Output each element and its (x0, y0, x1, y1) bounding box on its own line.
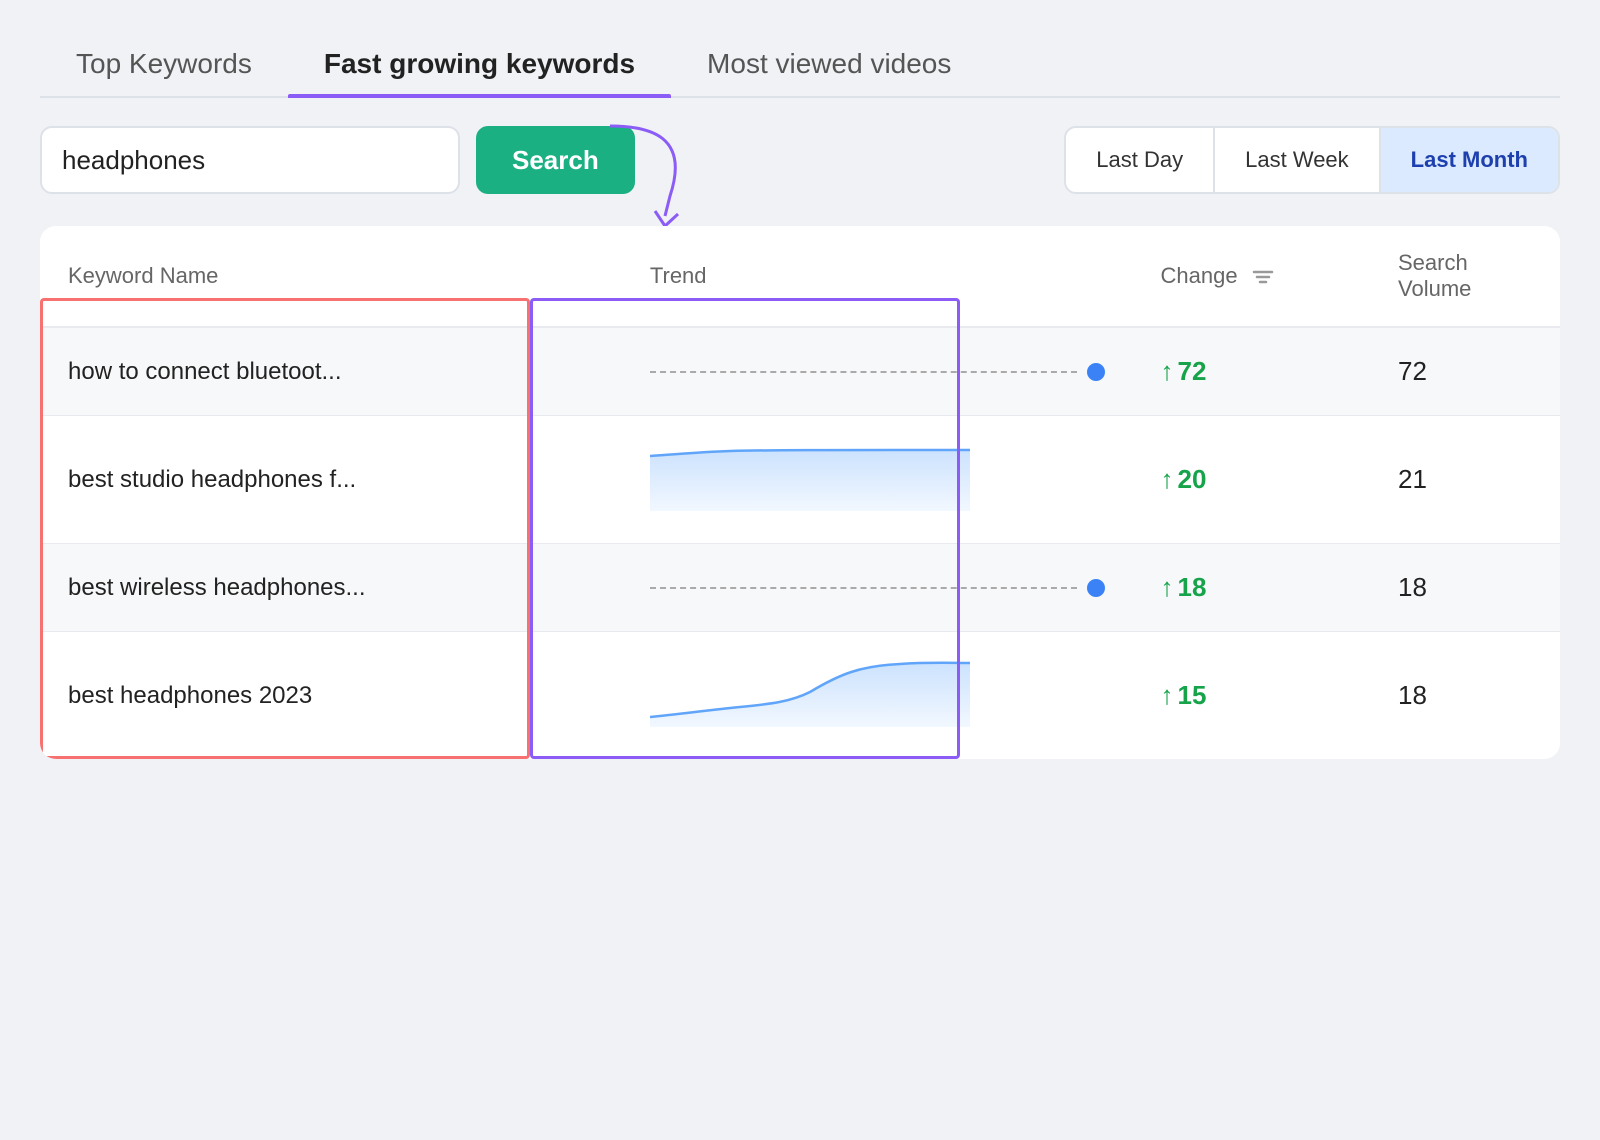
time-btn-last-week[interactable]: Last Week (1215, 128, 1381, 192)
volume-cell: 18 (1370, 632, 1560, 760)
trend-flat (650, 568, 1105, 608)
trend-cell (622, 416, 1133, 544)
table-row: best wireless headphones... ↑18 18 (40, 544, 1560, 632)
change-cell: ↑20 (1133, 416, 1371, 544)
tab-most-viewed[interactable]: Most viewed videos (671, 30, 987, 96)
change-arrow: ↑ (1161, 680, 1174, 710)
filter-icon[interactable] (1252, 268, 1274, 286)
change-cell: ↑18 (1133, 544, 1371, 632)
trend-dashes (650, 587, 1077, 589)
change-arrow: ↑ (1161, 464, 1174, 494)
trend-cell (622, 327, 1133, 416)
trend-dot (1087, 363, 1105, 381)
table-row: best studio headphones f... (40, 416, 1560, 544)
header-search-volume: SearchVolume (1370, 226, 1560, 327)
change-arrow: ↑ (1161, 572, 1174, 602)
keyword-cell: best headphones 2023 (40, 632, 622, 760)
search-row: Search Last Day Last Week Last Month (40, 126, 1560, 194)
time-filters: Last Day Last Week Last Month (1064, 126, 1560, 194)
keywords-table: Keyword Name Trend Change SearchVolume (40, 226, 1560, 759)
search-input[interactable] (40, 126, 460, 194)
header-change: Change (1133, 226, 1371, 327)
header-trend: Trend (622, 226, 1133, 327)
trend-chart-area-flat (650, 436, 980, 516)
change-arrow: ↑ (1161, 356, 1174, 386)
volume-cell: 21 (1370, 416, 1560, 544)
time-btn-last-day[interactable]: Last Day (1066, 128, 1215, 192)
table-row: how to connect bluetoot... ↑72 72 (40, 327, 1560, 416)
keywords-table-wrapper: Keyword Name Trend Change SearchVolume (40, 226, 1560, 759)
change-cell: ↑15 (1133, 632, 1371, 760)
keyword-cell: best wireless headphones... (40, 544, 622, 632)
volume-cell: 72 (1370, 327, 1560, 416)
trend-chart-area-rise (650, 652, 980, 732)
search-button[interactable]: Search (476, 126, 635, 194)
table-header-row: Keyword Name Trend Change SearchVolume (40, 226, 1560, 327)
trend-cell (622, 632, 1133, 760)
keyword-cell: best studio headphones f... (40, 416, 622, 544)
tab-top-keywords[interactable]: Top Keywords (40, 30, 288, 96)
keyword-cell: how to connect bluetoot... (40, 327, 622, 416)
time-btn-last-month[interactable]: Last Month (1381, 128, 1558, 192)
trend-dashes (650, 371, 1077, 373)
trend-flat (650, 352, 1105, 392)
change-cell: ↑72 (1133, 327, 1371, 416)
main-container: Top Keywords Fast growing keywords Most … (0, 0, 1600, 1140)
header-keyword-name: Keyword Name (40, 226, 622, 327)
trend-cell (622, 544, 1133, 632)
trend-dot (1087, 579, 1105, 597)
table-row: best headphones 2023 (40, 632, 1560, 760)
volume-cell: 18 (1370, 544, 1560, 632)
tab-bar: Top Keywords Fast growing keywords Most … (40, 30, 1560, 98)
tab-fast-growing[interactable]: Fast growing keywords (288, 30, 671, 96)
